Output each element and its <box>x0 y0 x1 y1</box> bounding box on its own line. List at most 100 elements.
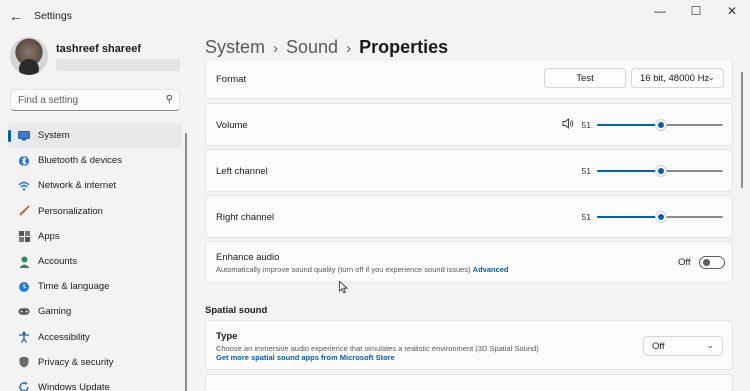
sidebar-item-label: Personalization <box>38 205 103 217</box>
slider-thumb[interactable] <box>656 166 667 176</box>
sidebar-item-gaming[interactable]: Gaming <box>8 299 182 324</box>
right-channel-card: Right channel 51 <box>205 195 733 238</box>
window-controls: — ☐ ✕ <box>642 0 750 24</box>
apps-grid-icon <box>18 230 30 242</box>
spatial-type-select-value: Off <box>652 340 665 352</box>
format-card: Format Test 16 bit, 48000 Hz ⌄ <box>205 61 733 99</box>
mouse-cursor-icon <box>339 280 349 297</box>
user-email-redacted <box>56 59 180 71</box>
sidebar: tashreef shareef ⚲ System Bluetooth & de… <box>0 32 190 391</box>
advanced-link[interactable]: Advanced <box>473 265 509 274</box>
user-name: tashreef shareef <box>56 43 141 55</box>
search-input[interactable] <box>18 93 158 107</box>
enhance-audio-description: Automatically improve sound quality (tur… <box>216 265 509 274</box>
accessibility-icon <box>18 331 30 343</box>
person-icon <box>18 256 30 268</box>
arrow-left-icon: ← <box>9 8 23 24</box>
left-channel-slider-row: 51 <box>582 164 723 178</box>
search-box: ⚲ <box>10 89 180 111</box>
sidebar-item-accessibility[interactable]: Accessibility <box>8 325 182 350</box>
left-channel-label: Left channel <box>216 166 268 177</box>
minimize-button[interactable]: — <box>642 0 678 22</box>
slider-fill <box>597 124 662 126</box>
enhance-audio-title: Enhance audio <box>216 252 280 263</box>
sidebar-scrollbar[interactable] <box>185 133 187 391</box>
refresh-icon <box>18 381 30 391</box>
sidebar-item-label: System <box>38 130 70 142</box>
chevron-right-icon: › <box>273 40 279 57</box>
sidebar-item-label: Time & language <box>38 281 110 293</box>
sidebar-item-label: Windows Update <box>38 381 110 391</box>
close-icon: ✕ <box>726 4 738 18</box>
avatar <box>10 37 48 75</box>
format-select[interactable]: 16 bit, 48000 Hz ⌄ <box>631 68 724 88</box>
volume-slider[interactable] <box>597 118 723 132</box>
sidebar-item-label: Bluetooth & devices <box>38 155 122 167</box>
breadcrumb-sound[interactable]: Sound <box>286 37 338 57</box>
sidebar-item-label: Apps <box>38 230 60 242</box>
enhance-audio-desc-text: Automatically improve sound quality (tur… <box>216 265 471 274</box>
enhance-audio-card: Enhance audio Automatically improve soun… <box>205 241 733 283</box>
sidebar-item-network[interactable]: Network & internet <box>8 173 182 198</box>
sidebar-item-privacy[interactable]: Privacy & security <box>8 350 182 375</box>
spatial-type-title: Type <box>216 331 238 342</box>
sidebar-item-bluetooth[interactable]: Bluetooth & devices <box>8 148 182 173</box>
sidebar-item-label: Accounts <box>38 256 78 268</box>
sidebar-item-accounts[interactable]: Accounts <box>8 249 182 274</box>
monitor-icon <box>18 130 30 142</box>
page-title: Properties <box>359 37 449 57</box>
format-label: Format <box>216 74 247 85</box>
maximize-button[interactable]: ☐ <box>678 0 714 22</box>
sidebar-item-time-language[interactable]: Time & language <box>8 274 182 299</box>
slider-thumb[interactable] <box>656 212 667 222</box>
next-card-partial <box>205 374 733 391</box>
bluetooth-icon <box>18 155 30 167</box>
sidebar-item-personalization[interactable]: Personalization <box>8 199 182 224</box>
gamepad-icon <box>18 306 30 318</box>
title-bar: ← Settings — ☐ ✕ <box>0 0 750 32</box>
sidebar-item-label: Accessibility <box>38 331 90 343</box>
wifi-icon <box>18 180 30 192</box>
minimize-icon: — <box>654 4 666 18</box>
slider-thumb[interactable] <box>656 120 667 130</box>
microsoft-store-link[interactable]: Get more spatial sound apps from Microso… <box>216 353 395 362</box>
back-button[interactable]: ← <box>2 2 30 30</box>
spatial-type-card: Type Choose an immersive audio experienc… <box>205 320 733 370</box>
right-channel-value: 51 <box>581 212 591 222</box>
right-channel-slider[interactable] <box>597 210 723 224</box>
right-channel-label: Right channel <box>216 212 275 223</box>
user-profile[interactable]: tashreef shareef <box>10 37 190 79</box>
search-icon[interactable]: ⚲ <box>166 94 173 105</box>
spatial-sound-heading: Spatial sound <box>205 305 268 316</box>
enhance-audio-state: Off <box>678 257 691 268</box>
test-button[interactable]: Test <box>544 68 626 88</box>
breadcrumb-system[interactable]: System <box>205 37 265 57</box>
volume-label: Volume <box>216 120 248 131</box>
close-button[interactable]: ✕ <box>714 0 750 22</box>
spatial-type-description: Choose an immersive audio experience tha… <box>216 344 539 353</box>
chevron-right-icon: › <box>346 40 352 57</box>
sidebar-item-label: Gaming <box>38 306 72 318</box>
enhance-audio-toggle[interactable] <box>699 256 725 269</box>
left-channel-card: Left channel 51 <box>205 149 733 192</box>
left-channel-value: 51 <box>581 166 591 176</box>
slider-fill <box>597 216 662 218</box>
sidebar-item-label: Network & internet <box>38 180 117 192</box>
chevron-down-icon: ⌄ <box>707 72 715 82</box>
right-channel-slider-row: 51 <box>582 210 723 224</box>
volume-value: 51 <box>581 120 591 130</box>
left-channel-slider[interactable] <box>597 164 723 178</box>
maximize-icon: ☐ <box>690 4 702 18</box>
volume-card: Volume 51 <box>205 103 733 146</box>
sidebar-item-windows-update[interactable]: Windows Update <box>8 375 182 391</box>
sidebar-item-system[interactable]: System <box>8 123 182 149</box>
speaker-icon[interactable] <box>562 118 574 132</box>
sidebar-item-apps[interactable]: Apps <box>8 224 182 249</box>
main-scrollbar[interactable] <box>741 72 743 188</box>
spatial-type-select[interactable]: Off ⌄ <box>643 336 723 356</box>
shield-icon <box>18 356 30 368</box>
sidebar-item-label: Privacy & security <box>38 356 114 368</box>
breadcrumb: System › Sound › Properties <box>205 37 448 58</box>
slider-fill <box>597 170 662 172</box>
sidebar-nav: System Bluetooth & devices Network & int… <box>8 123 182 391</box>
